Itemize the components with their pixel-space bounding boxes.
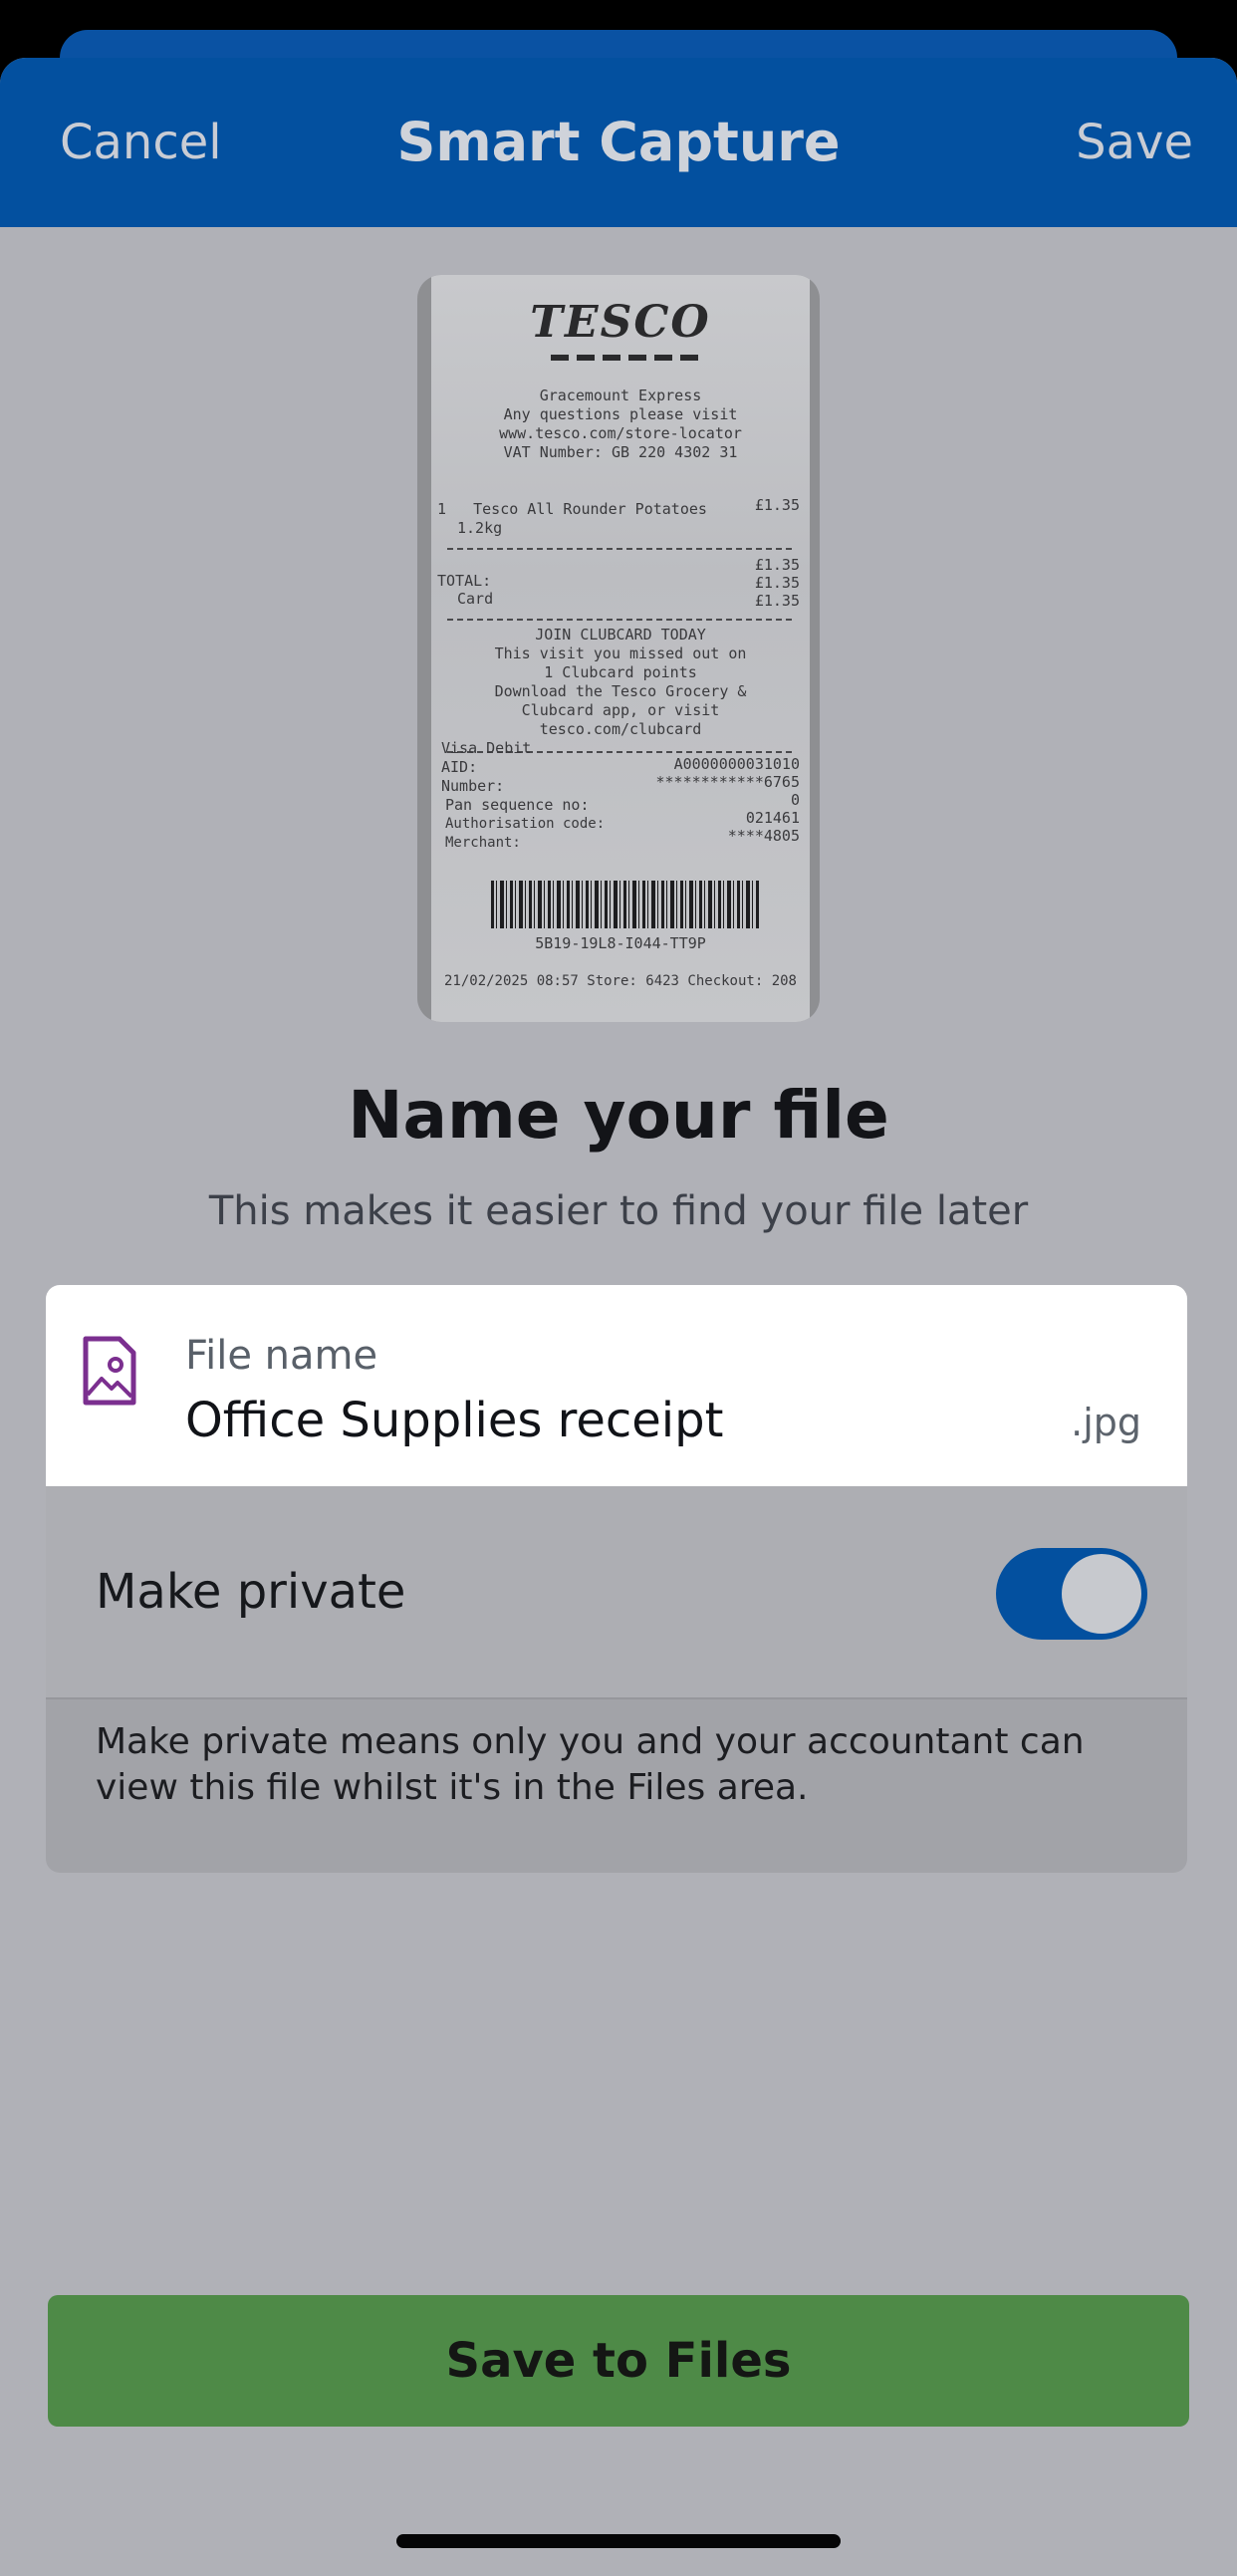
file-name-row[interactable]: File name Office Supplies receipt .jpg xyxy=(46,1285,1187,1486)
receipt-card-amount: £1.35 xyxy=(754,592,800,610)
receipt-header-line: www.tesco.com/store-locator xyxy=(499,424,742,442)
receipt-subtotal: £1.35 xyxy=(754,556,800,574)
receipt-image-preview: TESCO Gracemount Express Any questions p… xyxy=(417,275,820,1022)
receipt-store-logo: TESCO xyxy=(530,297,711,348)
receipt-barcode-text: 5B19-19L8-I044-TT9P xyxy=(535,934,706,952)
receipt-clubcard-line: Download the Tesco Grocery & xyxy=(494,682,747,700)
receipt-payment-value: 021461 xyxy=(745,809,800,827)
receipt-total: £1.35 xyxy=(754,574,800,592)
receipt-total-label: TOTAL: xyxy=(437,572,492,590)
receipt-payment-value: 0 xyxy=(790,791,800,809)
navigation-bar: Cancel Smart Capture Save xyxy=(0,58,1237,227)
receipt-logo-stripes xyxy=(551,355,700,361)
receipt-clubcard-line: JOIN CLUBCARD TODAY xyxy=(535,626,706,644)
receipt-payment-value: ************6765 xyxy=(655,773,801,791)
name-file-heading: Name your file xyxy=(348,1077,889,1154)
receipt-paper: TESCO Gracemount Express Any questions p… xyxy=(431,275,810,1022)
file-settings-card: File name Office Supplies receipt .jpg M… xyxy=(46,1285,1187,1873)
receipt-payment-label: Authorisation code: xyxy=(445,816,606,832)
receipt-footer: 21/02/2025 08:57 Store: 6423 Checkout: 2… xyxy=(443,973,797,989)
receipt-item-price: £1.35 xyxy=(754,496,800,514)
save-button[interactable]: Save xyxy=(1076,114,1193,171)
receipt-barcode xyxy=(491,881,760,928)
receipt-item-qty: 1.2kg xyxy=(457,519,503,537)
make-private-toggle[interactable] xyxy=(996,1548,1147,1640)
receipt-item: 1 Tesco All Rounder Potatoes xyxy=(437,500,707,518)
make-private-row: Make private xyxy=(46,1486,1187,1697)
receipt-payment-label: Number: xyxy=(441,777,505,795)
image-file-icon xyxy=(83,1336,136,1406)
receipt-divider xyxy=(447,548,794,550)
name-file-subtitle: This makes it easier to find your file l… xyxy=(208,1188,1029,1234)
receipt-payment-label: Merchant: xyxy=(445,835,521,851)
home-indicator xyxy=(396,2534,841,2548)
toggle-knob xyxy=(1062,1554,1141,1634)
receipt-payment-value: A0000000031010 xyxy=(673,755,800,773)
receipt-clubcard-line: 1 Clubcard points xyxy=(544,663,697,681)
receipt-payment-label: Pan sequence no: xyxy=(445,796,590,814)
receipt-header-line: VAT Number: GB 220 4302 31 xyxy=(503,443,738,461)
file-name-label: File name xyxy=(185,1333,378,1379)
receipt-header-line: Gracemount Express xyxy=(539,386,702,404)
receipt-clubcard-line: This visit you missed out on xyxy=(494,644,747,662)
receipt-card-label: Card xyxy=(457,590,494,608)
make-private-note: Make private means only you and your acc… xyxy=(46,1697,1187,1873)
receipt-clubcard-line: tesco.com/clubcard xyxy=(539,720,702,738)
make-private-note-text: Make private means only you and your acc… xyxy=(96,1721,1085,1808)
receipt-payment-label: AID: xyxy=(441,758,478,776)
receipt-header-line: Any questions please visit xyxy=(503,405,738,423)
save-to-files-button[interactable]: Save to Files xyxy=(48,2295,1189,2427)
receipt-payment-label: Visa Debit xyxy=(441,739,532,757)
cancel-button[interactable]: Cancel xyxy=(60,114,222,171)
receipt-payment-value: ****4805 xyxy=(727,827,800,845)
file-name-input[interactable]: Office Supplies receipt xyxy=(185,1391,1042,1450)
make-private-label: Make private xyxy=(96,1564,406,1620)
receipt-divider xyxy=(447,619,794,621)
smart-capture-sheet: Cancel Smart Capture Save TESCO Gracemou… xyxy=(0,58,1237,2576)
file-extension: .jpg xyxy=(1071,1401,1141,1444)
receipt-clubcard-line: Clubcard app, or visit xyxy=(521,701,720,719)
